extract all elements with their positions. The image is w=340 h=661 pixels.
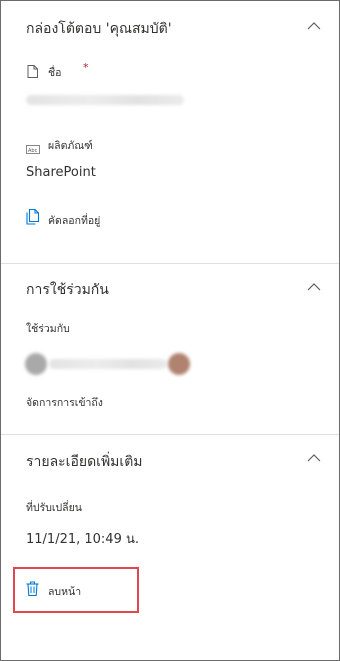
required-indicator: *	[83, 61, 89, 74]
collapse-details-chevron-up-icon[interactable]	[307, 453, 321, 463]
copy-icon[interactable]	[26, 208, 40, 229]
sharing-section-title: การใช้ร่วมกัน	[26, 282, 109, 298]
page-icon	[27, 63, 38, 82]
shared-with-label: ใช้ร่วมกับ	[26, 323, 70, 335]
name-field-value[interactable]	[26, 95, 184, 105]
modified-label: ที่ปรับเปลี่ยน	[26, 502, 82, 514]
collapse-properties-chevron-up-icon[interactable]	[307, 21, 321, 31]
properties-section-title: กล่องโต้ตอบ 'คุณสมบัติ'	[26, 21, 172, 37]
copy-link-button[interactable]: คัดลอกที่อยู่	[48, 212, 100, 229]
avatar[interactable]	[25, 353, 47, 375]
collapse-sharing-chevron-up-icon[interactable]	[307, 282, 321, 292]
properties-panel: กล่องโต้ตอบ 'คุณสมบัติ' ชื่อ * Abc ผลิตภ…	[0, 0, 340, 661]
shared-users-list	[49, 359, 167, 369]
text-field-icon: Abc	[26, 139, 40, 158]
product-field-value: SharePoint	[26, 165, 96, 180]
svg-text:Abc: Abc	[28, 148, 38, 154]
sharing-section: การใช้ร่วมกัน ใช้ร่วมกับ จัดการการเข้าถึ…	[1, 264, 339, 434]
details-section-title: รายละเอียดเพิ่มเติม	[26, 454, 143, 470]
avatar[interactable]	[168, 353, 190, 375]
product-field-label: ผลิตภัณฑ์	[48, 140, 93, 152]
trash-icon[interactable]	[26, 581, 39, 600]
manage-access-link[interactable]: จัดการการเข้าถึง	[26, 394, 103, 411]
properties-section: กล่องโต้ตอบ 'คุณสมบัติ' ชื่อ * Abc ผลิตภ…	[1, 1, 339, 263]
name-field-label: ชื่อ	[48, 67, 62, 79]
delete-page-button[interactable]: ลบหน้า	[48, 583, 81, 600]
details-section: รายละเอียดเพิ่มเติม ที่ปรับเปลี่ยน 11/1/…	[1, 435, 339, 660]
modified-value: 11/1/21, 10:49 น.	[26, 532, 139, 547]
